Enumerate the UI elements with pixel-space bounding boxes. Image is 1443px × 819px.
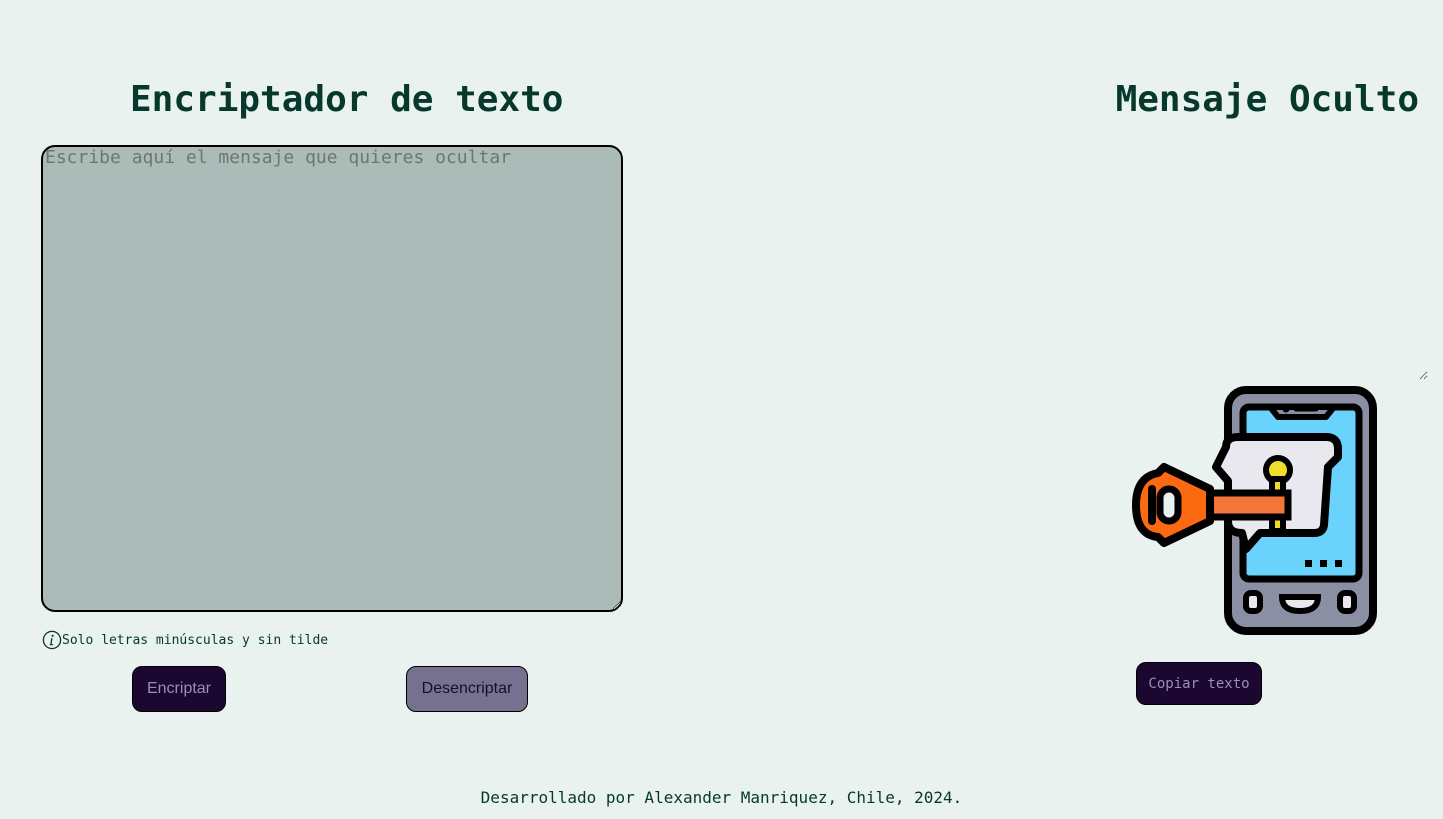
copy-button[interactable]: Copiar texto bbox=[1136, 662, 1262, 705]
decrypt-button[interactable]: Desencriptar bbox=[406, 666, 528, 712]
info-icon bbox=[42, 630, 62, 650]
output-textarea[interactable] bbox=[1130, 130, 1428, 380]
hint-text: Solo letras minúsculas y sin tilde bbox=[62, 632, 329, 648]
page: Encriptador de texto Solo letras minúscu… bbox=[0, 0, 1443, 819]
message-input[interactable] bbox=[41, 145, 623, 612]
encrypt-button[interactable]: Encriptar bbox=[132, 666, 226, 712]
footer-credit: Desarrollado por Alexander Manriquez, Ch… bbox=[480, 788, 963, 807]
hidden-message-title: Mensaje Oculto bbox=[1115, 79, 1419, 120]
encryptor-title: Encriptador de texto bbox=[130, 79, 564, 120]
input-hint: Solo letras minúsculas y sin tilde bbox=[42, 630, 328, 650]
phone-lock-key-illustration bbox=[1132, 386, 1377, 635]
